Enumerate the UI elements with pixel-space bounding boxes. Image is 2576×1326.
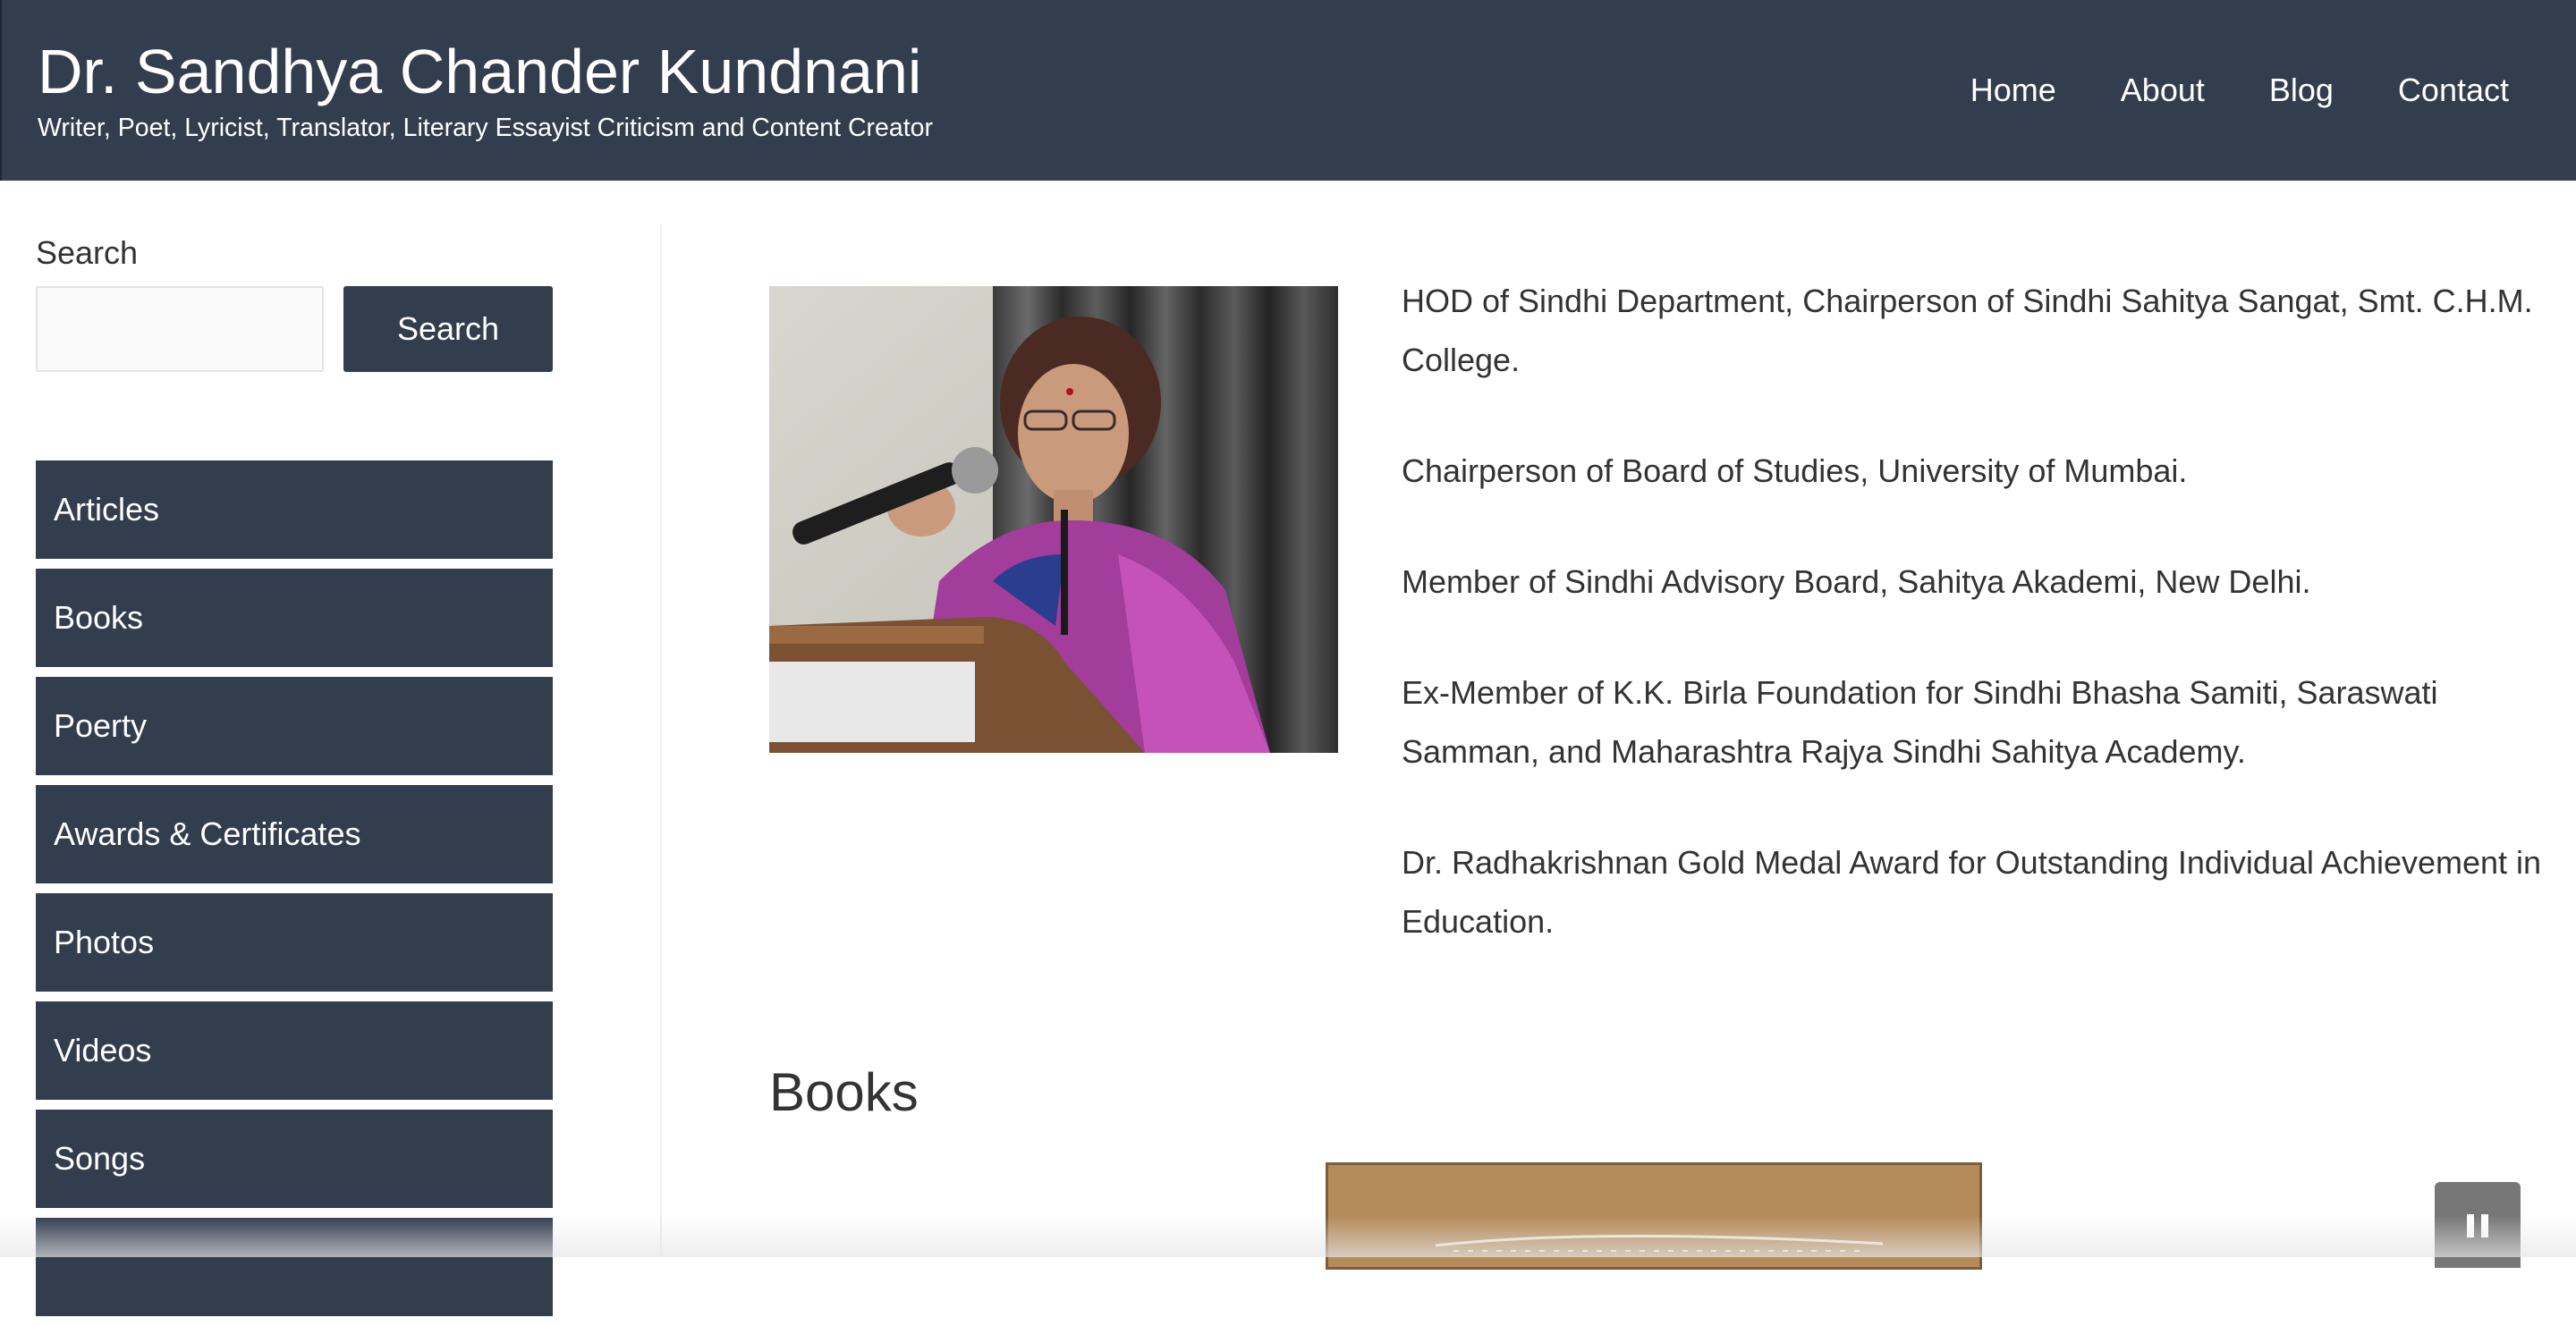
category-item-poetry[interactable]: Poerty [36,677,553,775]
search-input[interactable] [36,286,324,372]
bio-item: Member of Sindhi Advisory Board, Sahitya… [1402,563,2311,600]
nav-about-link[interactable]: About [2121,64,2205,116]
sidebar-divider [660,224,662,1257]
bio-item: HOD of Sindhi Department, Chairperson of… [1402,283,2533,378]
books-heading: Books [769,1062,919,1122]
bio-item: Ex-Member of K.K. Birla Foundation for S… [1402,674,2438,770]
bio-list: HOD of Sindhi Department, Chairperson of… [1402,272,2555,1003]
site-title[interactable]: Dr. Sandhya Chander Kundnani [38,32,921,111]
nav-blog-link[interactable]: Blog [2269,64,2334,116]
search-label: Search [36,234,139,271]
pause-icon [2467,1214,2474,1237]
category-list: Articles Books Poerty Awards & Certifica… [36,460,553,1326]
site-header: Dr. Sandhya Chander Kundnani Writer, Poe… [0,0,2576,181]
main-nav: Home About Blog Contact [1906,64,2509,116]
category-item-awards-certificates[interactable]: Awards & Certificates [36,785,553,883]
nav-contact-link[interactable]: Contact [2398,64,2509,116]
profile-photo [769,286,1338,753]
profile-photo-illustration [769,286,1338,753]
category-item-partial[interactable] [36,1218,553,1316]
category-item-videos[interactable]: Videos [36,1001,553,1100]
pause-button[interactable] [2435,1182,2521,1268]
search-button[interactable]: Search [343,286,553,372]
book-cover-art [1328,1165,1979,1267]
category-item-photos[interactable]: Photos [36,893,553,992]
book-cover-image[interactable] [1326,1162,1982,1270]
bio-item: Chairperson of Board of Studies, Univers… [1402,452,2188,489]
category-item-songs[interactable]: Songs [36,1110,553,1208]
bio-item: Dr. Radhakrishnan Gold Medal Award for O… [1402,844,2542,940]
pause-icon-bar [2481,1214,2488,1237]
category-item-articles[interactable]: Articles [36,460,553,559]
site-tagline: Writer, Poet, Lyricist, Translator, Lite… [38,114,933,142]
category-item-books[interactable]: Books [36,569,553,667]
nav-home-link[interactable]: Home [1970,64,2056,116]
